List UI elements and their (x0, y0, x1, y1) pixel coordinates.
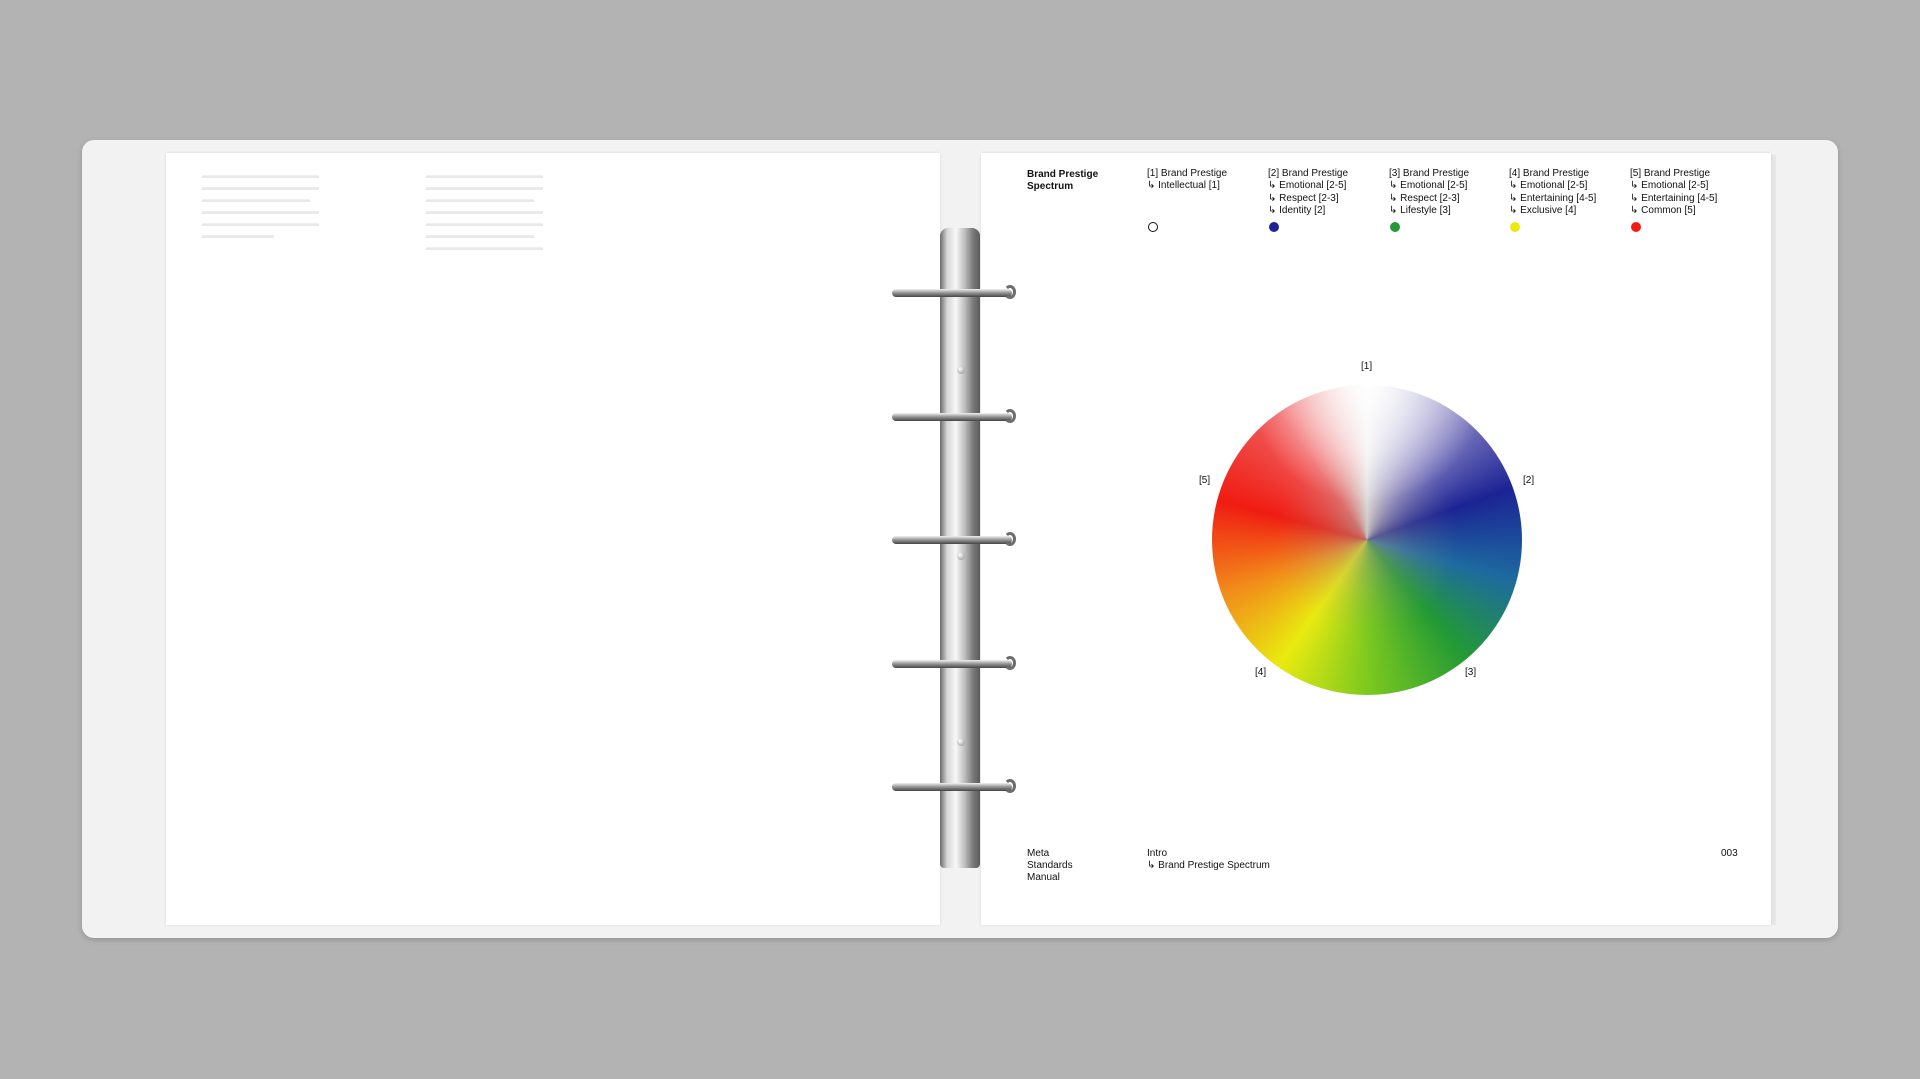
legend-column-2: [2] Brand Prestige ↳ Emotional [2-5] ↳ R… (1268, 168, 1348, 218)
legend-line: ↳ Lifestyle [3] (1389, 205, 1451, 217)
binder-spine (940, 228, 980, 868)
legend-swatch-2 (1269, 222, 1279, 232)
binder-ring (892, 409, 1016, 423)
legend-line: ↳ Entertaining [4-5] (1509, 192, 1597, 204)
legend-line: ↳ Emotional [2-5] (1509, 180, 1588, 192)
legend-line: ↳ Emotional [2-5] (1268, 180, 1347, 192)
legend-line: ↳ Exclusive [4] (1509, 205, 1577, 217)
spine-rivet (957, 738, 965, 746)
legend-line: ↳ Emotional [2-5] (1389, 180, 1468, 192)
footer-document-title: Meta Standards Manual (1027, 848, 1073, 883)
page-number: 003 (1721, 848, 1738, 859)
spine-rivet (957, 366, 965, 374)
footer-subsection: ↳ Brand Prestige Spectrum (1147, 860, 1270, 871)
footer-section: Intro (1147, 848, 1168, 859)
left-page: ▬▬▬▬▬▬▬▬▬▬▬▬▬ ▬▬▬▬▬▬▬▬▬▬▬▬▬ ▬▬▬▬▬▬▬▬▬▬▬▬ ▬▬… (166, 153, 940, 925)
legend-line: ↳ Entertaining [4-5] (1630, 192, 1718, 204)
legend-column-3: [3] Brand Prestige ↳ Emotional [2-5] ↳ R… (1389, 168, 1469, 218)
legend-heading: [4] Brand Prestige (1509, 168, 1590, 179)
binder-ring (892, 779, 1016, 793)
legend-line: ↳ Respect [2-3] (1389, 192, 1460, 204)
wheel-label-4: [4] (1255, 667, 1267, 678)
legend-line: ↳ Intellectual [1] (1147, 180, 1220, 192)
brand-prestige-color-wheel (1212, 385, 1522, 695)
binder-ring (892, 285, 1016, 299)
legend-column-5: [5] Brand Prestige ↳ Emotional [2-5] ↳ E… (1630, 168, 1717, 218)
legend-column-1: [1] Brand Prestige ↳ Intellectual [1] (1147, 168, 1227, 193)
spine-rivet (957, 552, 965, 560)
legend-swatch-3 (1390, 222, 1400, 232)
legend-heading: [1] Brand Prestige (1147, 168, 1228, 179)
legend-line: ↳ Respect [2-3] (1268, 192, 1339, 204)
binder-ring (892, 656, 1016, 670)
legend-column-4: [4] Brand Prestige ↳ Emotional [2-5] ↳ E… (1509, 168, 1596, 218)
legend-line: ↳ Common [5] (1630, 205, 1696, 217)
legend-swatch-1 (1148, 222, 1158, 232)
wheel-label-5: [5] (1199, 475, 1211, 486)
legend-heading: [2] Brand Prestige (1268, 168, 1349, 179)
legend-heading: [5] Brand Prestige (1630, 168, 1711, 179)
page-title: Brand Prestige Spectrum (1027, 169, 1099, 192)
wheel-label-3: [3] (1465, 667, 1477, 678)
left-page-show-through: ▬▬▬▬▬▬▬▬▬▬▬▬▬ ▬▬▬▬▬▬▬▬▬▬▬▬▬ ▬▬▬▬▬▬▬▬▬▬▬▬ ▬▬… (202, 170, 319, 240)
binder-ring (892, 532, 1016, 546)
wheel-label-1: [1] (1361, 361, 1373, 372)
legend-line: ↳ Emotional [2-5] (1630, 180, 1709, 192)
legend-swatch-4 (1510, 222, 1520, 232)
legend-line: ↳ Identity [2] (1268, 205, 1326, 217)
wheel-label-2: [2] (1523, 475, 1535, 486)
legend-swatch-5 (1631, 222, 1641, 232)
left-page-show-through-2: ▬▬▬▬▬▬▬▬▬▬▬▬▬ ▬▬▬▬▬▬▬▬▬▬▬▬▬ ▬▬▬▬▬▬▬▬▬▬▬▬ ▬▬… (426, 170, 543, 252)
legend-heading: [3] Brand Prestige (1389, 168, 1470, 179)
